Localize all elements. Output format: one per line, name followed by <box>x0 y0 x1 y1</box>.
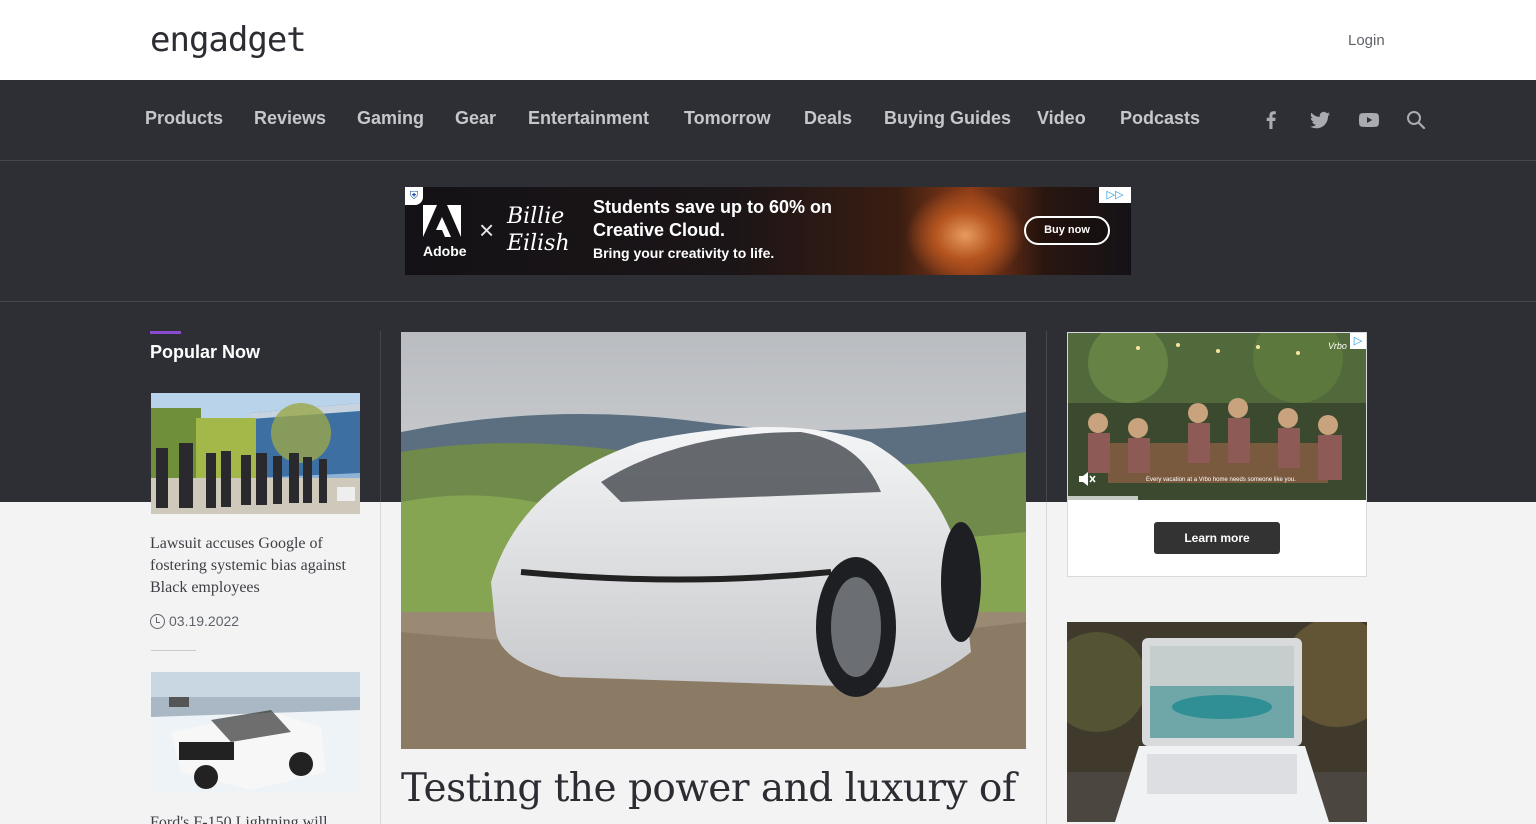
youtube-icon[interactable] <box>1356 108 1382 132</box>
nav-buying-guides[interactable]: Buying Guides <box>884 108 1011 129</box>
nav-gear[interactable]: Gear <box>455 108 496 129</box>
search-icon[interactable] <box>1403 108 1429 132</box>
banner-subline: Bring your creativity to life. <box>593 245 775 261</box>
google-story-thumbnail[interactable] <box>151 393 360 514</box>
column-divider <box>380 502 381 824</box>
popular-accent-bar <box>150 331 181 334</box>
engadget-logo[interactable]: engadget <box>150 22 307 58</box>
popular-now-heading: Popular Now <box>150 342 261 362</box>
story-date-text: 03.19.2022 <box>169 613 240 629</box>
twitter-icon[interactable] <box>1307 108 1333 132</box>
banner-portrait-image <box>905 187 1025 275</box>
adobe-logo: Adobe <box>419 205 467 261</box>
hero-image[interactable] <box>401 332 1026 749</box>
login-link[interactable]: Login <box>1348 32 1385 49</box>
vrbo-video-ad[interactable]: Every vacation at a Vrbo home needs some… <box>1067 332 1367 577</box>
nav-tomorrow[interactable]: Tomorrow <box>684 108 771 129</box>
hero-headline[interactable]: Testing the power and luxury of <box>401 766 1016 811</box>
clock-icon <box>150 614 165 629</box>
story-title[interactable]: Lawsuit accuses Google of fostering syst… <box>150 533 362 599</box>
nav-gaming[interactable]: Gaming <box>357 108 424 129</box>
story-divider <box>151 650 196 651</box>
banner-headline: Students save up to 60% on Creative Clou… <box>593 197 833 240</box>
video-ad-caption: Every vacation at a Vrbo home needs some… <box>1146 477 1296 483</box>
story-title[interactable]: Ford's F-150 Lightning will <box>150 812 362 824</box>
column-divider <box>1046 502 1047 824</box>
adchoices-icon[interactable]: ▷▷ <box>1099 187 1131 203</box>
column-divider <box>1046 331 1047 502</box>
mute-icon[interactable] <box>1078 471 1096 487</box>
story-date: 03.19.2022 <box>150 613 239 629</box>
nav-products[interactable]: Products <box>145 108 223 129</box>
buy-now-button[interactable]: Buy now <box>1024 216 1110 245</box>
adchoices-icon[interactable]: ▷ <box>1350 333 1366 349</box>
adobe-banner-ad[interactable]: Adobe × Billie Eilish Students save up t… <box>405 187 1131 275</box>
learn-more-button[interactable]: Learn more <box>1154 522 1280 554</box>
nav-reviews[interactable]: Reviews <box>254 108 326 129</box>
billie-eilish-signature: Billie Eilish <box>507 204 570 256</box>
collab-times-icon: × <box>479 215 495 245</box>
column-divider <box>380 331 381 502</box>
nav-deals[interactable]: Deals <box>804 108 852 129</box>
ford-story-thumbnail[interactable] <box>151 672 360 793</box>
facebook-icon[interactable] <box>1258 108 1284 132</box>
video-ad-scene[interactable] <box>1068 333 1366 500</box>
ad-shield-icon[interactable]: ⛨ <box>405 187 423 205</box>
nav-podcasts[interactable]: Podcasts <box>1120 108 1200 129</box>
adobe-wordmark: Adobe <box>423 243 467 259</box>
laptop-story-image[interactable] <box>1067 622 1367 822</box>
vrbo-logo: Vrbo <box>1328 341 1347 351</box>
nav-video[interactable]: Video <box>1037 108 1086 129</box>
nav-entertainment[interactable]: Entertainment <box>528 108 649 129</box>
ad-band-divider <box>0 301 1536 302</box>
top-bar: engadget Login <box>0 0 1536 80</box>
